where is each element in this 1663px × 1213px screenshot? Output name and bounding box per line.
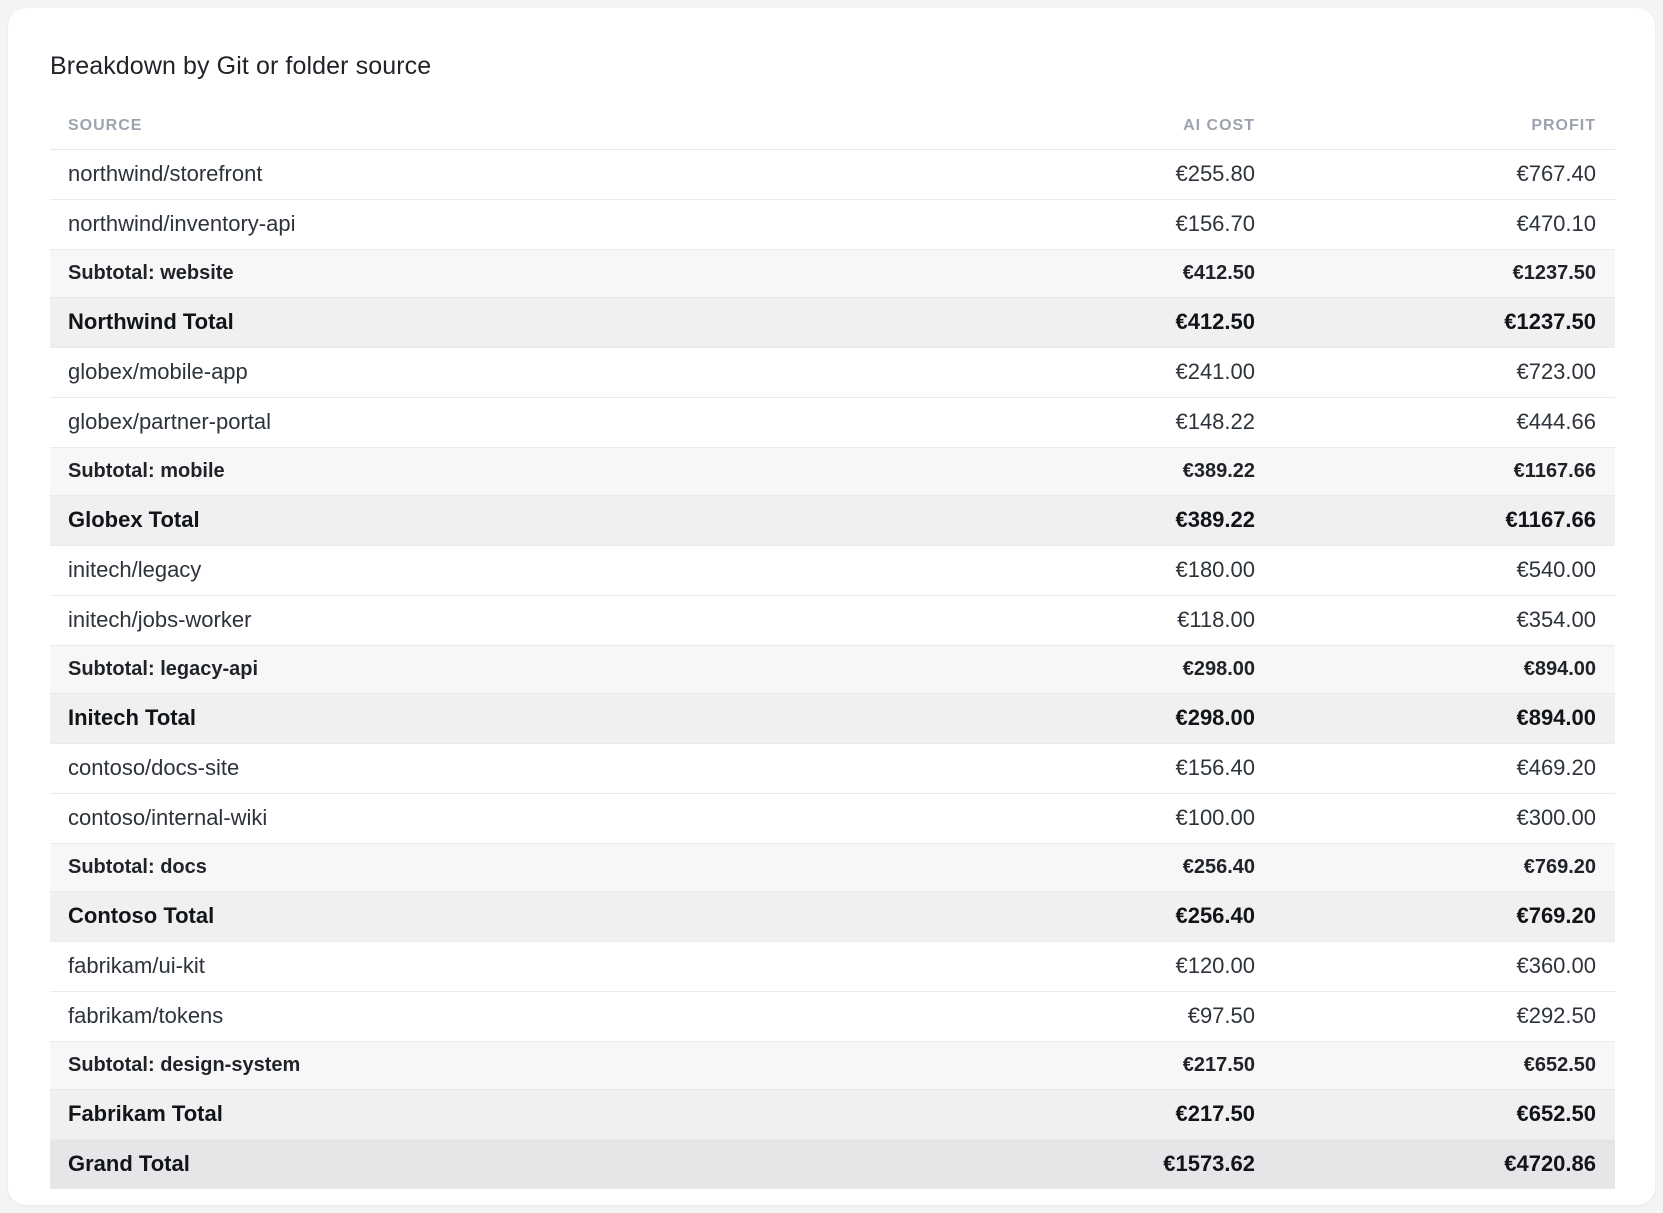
- ai-cost-cell: €156.70: [850, 199, 1255, 250]
- subtotal-ai-cost: €389.22: [850, 447, 1255, 496]
- subtotal-profit: €769.20: [1255, 843, 1615, 892]
- group-total-profit: €894.00: [1255, 693, 1615, 744]
- profit-cell: €470.10: [1255, 199, 1615, 250]
- table-row: fabrikam/tokens €97.50 €292.50: [50, 991, 1615, 1042]
- subtotal-profit: €1237.50: [1255, 249, 1615, 298]
- ai-cost-cell: €180.00: [850, 545, 1255, 596]
- table-row: northwind/storefront €255.80 €767.40: [50, 149, 1615, 200]
- subtotal-row: Subtotal: design-system €217.50 €652.50: [50, 1041, 1615, 1090]
- group-total-label: Contoso Total: [50, 891, 850, 942]
- source-cell: contoso/internal-wiki: [50, 793, 850, 844]
- subtotal-row: Subtotal: docs €256.40 €769.20: [50, 843, 1615, 892]
- source-cell: northwind/inventory-api: [50, 199, 850, 250]
- breakdown-table: SOURCE AI COST PROFIT northwind/storefro…: [50, 103, 1615, 1189]
- column-header-source[interactable]: SOURCE: [50, 103, 850, 150]
- group-total-label: Globex Total: [50, 495, 850, 546]
- group-total-profit: €1237.50: [1255, 297, 1615, 348]
- subtotal-row: Subtotal: mobile €389.22 €1167.66: [50, 447, 1615, 496]
- subtotal-profit: €652.50: [1255, 1041, 1615, 1090]
- subtotal-row: Subtotal: website €412.50 €1237.50: [50, 249, 1615, 298]
- table-row: globex/partner-portal €148.22 €444.66: [50, 397, 1615, 448]
- source-cell: fabrikam/tokens: [50, 991, 850, 1042]
- grand-total-ai-cost: €1573.62: [850, 1139, 1255, 1189]
- ai-cost-cell: €120.00: [850, 941, 1255, 992]
- table-header-row: SOURCE AI COST PROFIT: [50, 103, 1615, 150]
- group-total-profit: €652.50: [1255, 1089, 1615, 1140]
- group-total-ai-cost: €412.50: [850, 297, 1255, 348]
- source-cell: fabrikam/ui-kit: [50, 941, 850, 992]
- source-cell: globex/partner-portal: [50, 397, 850, 448]
- profit-cell: €469.20: [1255, 743, 1615, 794]
- breakdown-card: Breakdown by Git or folder source SOURCE…: [8, 8, 1655, 1205]
- group-total-ai-cost: €389.22: [850, 495, 1255, 546]
- group-total-ai-cost: €256.40: [850, 891, 1255, 942]
- source-cell: northwind/storefront: [50, 149, 850, 200]
- subtotal-profit: €1167.66: [1255, 447, 1615, 496]
- subtotal-label: Subtotal: mobile: [50, 447, 850, 496]
- column-header-profit[interactable]: PROFIT: [1255, 103, 1615, 150]
- source-cell: initech/jobs-worker: [50, 595, 850, 646]
- subtotal-row: Subtotal: legacy-api €298.00 €894.00: [50, 645, 1615, 694]
- source-cell: globex/mobile-app: [50, 347, 850, 398]
- subtotal-ai-cost: €217.50: [850, 1041, 1255, 1090]
- group-total-row: Initech Total €298.00 €894.00: [50, 693, 1615, 744]
- table-row: northwind/inventory-api €156.70 €470.10: [50, 199, 1615, 250]
- ai-cost-cell: €241.00: [850, 347, 1255, 398]
- ai-cost-cell: €118.00: [850, 595, 1255, 646]
- table-row: contoso/internal-wiki €100.00 €300.00: [50, 793, 1615, 844]
- group-total-ai-cost: €217.50: [850, 1089, 1255, 1140]
- ai-cost-cell: €100.00: [850, 793, 1255, 844]
- column-header-ai-cost[interactable]: AI COST: [850, 103, 1255, 150]
- subtotal-label: Subtotal: docs: [50, 843, 850, 892]
- table-row: initech/legacy €180.00 €540.00: [50, 545, 1615, 596]
- group-total-profit: €1167.66: [1255, 495, 1615, 546]
- ai-cost-cell: €97.50: [850, 991, 1255, 1042]
- grand-total-row: Grand Total €1573.62 €4720.86: [50, 1139, 1615, 1189]
- profit-cell: €767.40: [1255, 149, 1615, 200]
- profit-cell: €292.50: [1255, 991, 1615, 1042]
- subtotal-ai-cost: €256.40: [850, 843, 1255, 892]
- table-row: fabrikam/ui-kit €120.00 €360.00: [50, 941, 1615, 992]
- group-total-ai-cost: €298.00: [850, 693, 1255, 744]
- profit-cell: €540.00: [1255, 545, 1615, 596]
- profit-cell: €300.00: [1255, 793, 1615, 844]
- subtotal-label: Subtotal: design-system: [50, 1041, 850, 1090]
- subtotal-label: Subtotal: legacy-api: [50, 645, 850, 694]
- ai-cost-cell: €255.80: [850, 149, 1255, 200]
- profit-cell: €723.00: [1255, 347, 1615, 398]
- group-total-row: Contoso Total €256.40 €769.20: [50, 891, 1615, 942]
- profit-cell: €444.66: [1255, 397, 1615, 448]
- group-total-label: Fabrikam Total: [50, 1089, 850, 1140]
- group-total-row: Globex Total €389.22 €1167.66: [50, 495, 1615, 546]
- group-total-profit: €769.20: [1255, 891, 1615, 942]
- profit-cell: €354.00: [1255, 595, 1615, 646]
- group-total-label: Northwind Total: [50, 297, 850, 348]
- source-cell: initech/legacy: [50, 545, 850, 596]
- ai-cost-cell: €156.40: [850, 743, 1255, 794]
- group-total-row: Northwind Total €412.50 €1237.50: [50, 297, 1615, 348]
- group-total-row: Fabrikam Total €217.50 €652.50: [50, 1089, 1615, 1140]
- source-cell: contoso/docs-site: [50, 743, 850, 794]
- subtotal-ai-cost: €298.00: [850, 645, 1255, 694]
- group-total-label: Initech Total: [50, 693, 850, 744]
- grand-total-profit: €4720.86: [1255, 1139, 1615, 1189]
- card-title: Breakdown by Git or folder source: [50, 52, 432, 80]
- grand-total-label: Grand Total: [50, 1139, 850, 1189]
- table-row: initech/jobs-worker €118.00 €354.00: [50, 595, 1615, 646]
- table-row: contoso/docs-site €156.40 €469.20: [50, 743, 1615, 794]
- subtotal-label: Subtotal: website: [50, 249, 850, 298]
- table-row: globex/mobile-app €241.00 €723.00: [50, 347, 1615, 398]
- profit-cell: €360.00: [1255, 941, 1615, 992]
- subtotal-ai-cost: €412.50: [850, 249, 1255, 298]
- ai-cost-cell: €148.22: [850, 397, 1255, 448]
- subtotal-profit: €894.00: [1255, 645, 1615, 694]
